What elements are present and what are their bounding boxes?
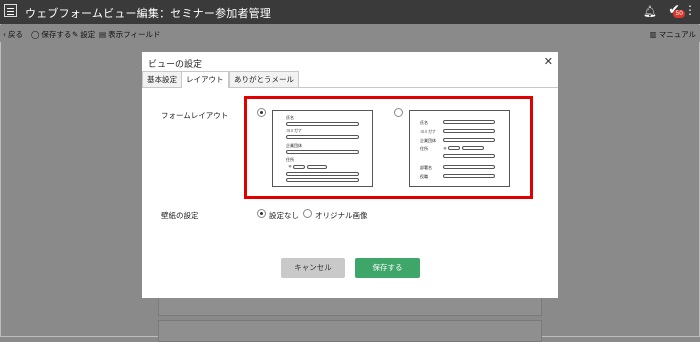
app-header: ウェブフォームビュー編集：セミナー参加者管理 🔔︎ ✔ 50 ⋮: [0, 0, 700, 24]
back-label: 戻る: [8, 30, 23, 39]
dialog-tabs: 基本設定 レイアウト ありがとうメール: [142, 71, 558, 88]
list-icon: ▤: [99, 30, 107, 39]
save-toolbar-label: 保存する: [41, 30, 72, 39]
back-button[interactable]: ‹ 戻る: [3, 29, 23, 40]
dialog-title: ビューの設定: [148, 60, 203, 70]
cancel-button[interactable]: キャンセル: [281, 258, 345, 278]
tab-basic-settings[interactable]: 基本設定: [142, 71, 182, 87]
wallpaper-original-label[interactable]: オリジナル画像: [315, 210, 368, 221]
close-icon[interactable]: ✕: [544, 55, 553, 68]
settings-label: 設定: [80, 30, 96, 39]
save-button[interactable]: 保存する: [355, 258, 420, 278]
manual-label: マニュアル: [658, 30, 696, 39]
wrench-icon: ✎: [72, 30, 79, 39]
book-icon: ▥: [649, 30, 657, 39]
bell-icon[interactable]: 🔔︎: [643, 5, 657, 18]
tab-layout[interactable]: レイアウト: [181, 71, 229, 88]
hamburger-icon[interactable]: [4, 4, 17, 17]
wallpaper-none-radio[interactable]: [257, 209, 266, 218]
chevron-left-icon: ‹: [3, 30, 6, 39]
highlight-box: [244, 96, 533, 199]
more-vertical-icon[interactable]: ⋮: [684, 3, 696, 17]
display-fields-label: 表示フィールド: [108, 30, 161, 39]
display-fields-button[interactable]: ▤ 表示フィールド: [99, 29, 160, 40]
save-toolbar-button[interactable]: ◯ 保存する: [31, 29, 71, 40]
toolbar: ‹ 戻る ◯ 保存する ✎ 設定 ▤ 表示フィールド ▥ マニュアル: [0, 25, 700, 42]
page-title: ウェブフォームビュー編集：セミナー参加者管理: [25, 7, 272, 20]
form-layout-label: フォームレイアウト: [161, 111, 229, 120]
background-panel: [158, 320, 542, 342]
settings-button[interactable]: ✎ 設定: [72, 29, 95, 40]
wallpaper-none-label[interactable]: 設定なし: [269, 210, 299, 221]
wallpaper-original-radio[interactable]: [303, 209, 312, 218]
circle-icon: ◯: [31, 30, 40, 39]
tab-thank-you-mail[interactable]: ありがとうメール: [229, 71, 299, 87]
wallpaper-label: 壁紙の設定: [161, 211, 199, 220]
manual-button[interactable]: ▥ マニュアル: [650, 29, 696, 40]
